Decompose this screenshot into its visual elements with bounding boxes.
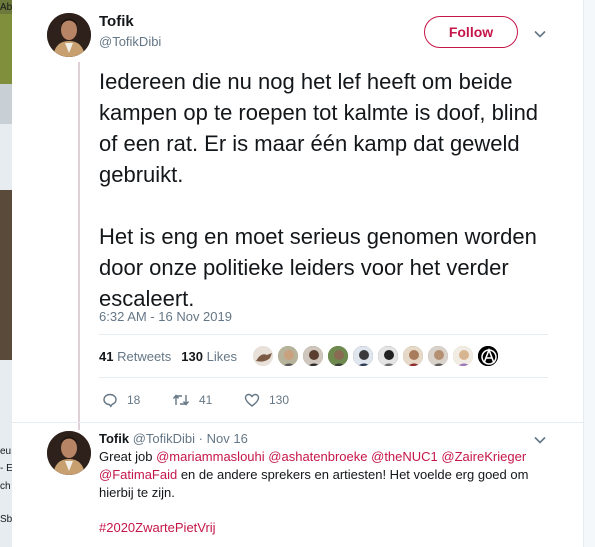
anarchy-symbol-icon bbox=[478, 346, 498, 366]
liker-8-icon bbox=[428, 346, 448, 366]
background-text: Sb bbox=[0, 514, 12, 525]
mention-link[interactable]: @FatimaFaid bbox=[99, 467, 177, 482]
background-text: Ab bbox=[0, 2, 12, 13]
reply-author-handle[interactable]: @TofikDibi bbox=[133, 431, 195, 446]
background-text: - E bbox=[0, 463, 12, 474]
liker-avatar[interactable] bbox=[477, 345, 499, 367]
liker-9-icon bbox=[453, 346, 473, 366]
retweets-stat[interactable]: 41 Retweets bbox=[99, 349, 171, 364]
retweet-count: 41 bbox=[199, 393, 213, 407]
reply-text: Great job @mariammaslouhi @ashatenbroeke… bbox=[99, 448, 544, 502]
author-handle[interactable]: @TofikDibi bbox=[99, 34, 161, 49]
divider bbox=[99, 377, 548, 378]
tweet-paragraph: Iedereen die nu nog het lef heeft om bei… bbox=[99, 69, 539, 187]
heart-icon bbox=[244, 393, 260, 407]
liker-1-icon bbox=[253, 346, 273, 366]
chevron-down-icon[interactable] bbox=[533, 433, 547, 447]
mention-link[interactable]: @ZaireKrieger bbox=[441, 449, 526, 464]
reply-separator: · bbox=[198, 431, 204, 446]
liker-avatar[interactable] bbox=[277, 345, 299, 367]
liker-6-icon bbox=[378, 346, 398, 366]
background-photo bbox=[0, 84, 12, 124]
reply-avatar[interactable] bbox=[47, 431, 91, 475]
tweet-modal: Tofik @TofikDibi Follow Iedereen die nu … bbox=[12, 0, 583, 547]
author-photo-icon bbox=[47, 13, 91, 57]
author-photo-icon bbox=[47, 431, 91, 475]
liker-avatar[interactable] bbox=[252, 345, 274, 367]
tweet-stats: 41 Retweets 130 Likes bbox=[99, 349, 237, 364]
divider bbox=[99, 334, 548, 335]
avatar[interactable] bbox=[47, 13, 91, 57]
liker-2-icon bbox=[278, 346, 298, 366]
retweets-count: 41 bbox=[99, 349, 114, 364]
mention-link[interactable]: @ashatenbroeke bbox=[268, 449, 367, 464]
follow-button[interactable]: Follow bbox=[424, 16, 518, 48]
background-page-strip: Ab eu - E ch Sb bbox=[0, 0, 12, 547]
background-text: eu bbox=[0, 446, 12, 457]
liker-avatar[interactable] bbox=[352, 345, 374, 367]
reply-header: Tofik @TofikDibi · Nov 16 bbox=[99, 431, 248, 446]
retweet-icon bbox=[172, 394, 190, 406]
liker-avatar[interactable] bbox=[377, 345, 399, 367]
liker-7-icon bbox=[403, 346, 423, 366]
reply-date[interactable]: Nov 16 bbox=[207, 431, 248, 446]
liker-3-icon bbox=[303, 346, 323, 366]
reply-action[interactable]: 18 bbox=[102, 390, 140, 410]
liker-avatar[interactable] bbox=[327, 345, 349, 367]
mention-link[interactable]: @theNUC1 bbox=[371, 449, 438, 464]
author-name[interactable]: Tofik bbox=[99, 13, 134, 30]
background-photo bbox=[0, 14, 12, 84]
background-photo bbox=[0, 190, 12, 360]
liker-avatar[interactable] bbox=[402, 345, 424, 367]
reply-icon bbox=[103, 393, 117, 408]
reply-count: 18 bbox=[127, 393, 141, 407]
tweet-paragraph: Het is eng en moet serieus genomen worde… bbox=[99, 224, 537, 311]
likes-stat[interactable]: 130 Likes bbox=[181, 349, 237, 364]
likes-label: Likes bbox=[206, 349, 237, 364]
likes-count: 130 bbox=[181, 349, 203, 364]
liker-4-icon bbox=[328, 346, 348, 366]
hashtag-link[interactable]: #2020ZwartePietVrij bbox=[99, 520, 216, 535]
liker-avatar[interactable] bbox=[427, 345, 449, 367]
background-text: ch bbox=[0, 481, 11, 492]
tweet-text: Iedereen die nu nog het lef heeft om bei… bbox=[99, 66, 559, 314]
reply-author-name[interactable]: Tofik bbox=[99, 431, 129, 446]
like-count: 130 bbox=[269, 393, 290, 407]
mention-link[interactable]: @mariammaslouhi bbox=[156, 449, 265, 464]
reply-text-prefix: Great job bbox=[99, 449, 157, 464]
thread-line bbox=[78, 62, 80, 430]
background-page-strip-right bbox=[583, 0, 595, 547]
divider bbox=[12, 422, 583, 423]
retweet-action[interactable]: 41 bbox=[172, 390, 212, 410]
retweets-label: Retweets bbox=[117, 349, 172, 364]
like-action[interactable]: 130 bbox=[244, 390, 289, 410]
chevron-down-icon[interactable] bbox=[533, 27, 547, 41]
liker-avatar[interactable] bbox=[452, 345, 474, 367]
liker-5-icon bbox=[353, 346, 373, 366]
tweet-timestamp[interactable]: 6:32 AM - 16 Nov 2019 bbox=[99, 309, 232, 324]
liker-avatar[interactable] bbox=[302, 345, 324, 367]
